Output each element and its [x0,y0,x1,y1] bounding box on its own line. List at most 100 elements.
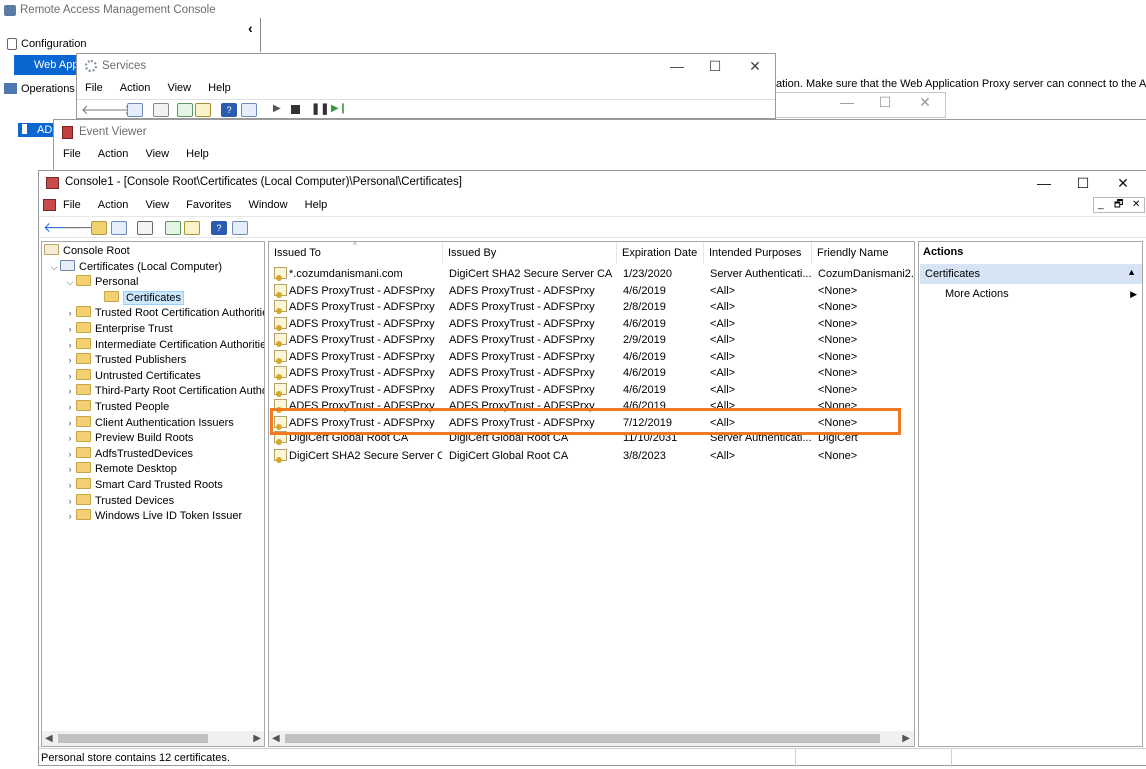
col-friendly-name[interactable]: Friendly Name [812,242,914,264]
tree-item[interactable]: › Trusted Root Certification Authorities [64,306,264,322]
collapsed-chevron-icon[interactable]: › [64,353,76,368]
up-one-level-icon[interactable] [91,221,107,235]
tree-item[interactable]: › Untrusted Certificates [64,368,201,385]
list-horizontal-scrollbar[interactable]: ◀ ▶ [269,731,914,746]
collapsed-chevron-icon[interactable]: › [64,431,76,446]
collapsed-chevron-icon[interactable]: › [64,322,76,337]
console-menu-app-icon[interactable] [43,199,56,211]
tree-horizontal-scrollbar[interactable]: ◀ ▶ [42,731,264,746]
certificate-row[interactable]: ADFS ProxyTrust - ADFSPrxy ADFS ProxyTrus… [269,382,914,399]
console-menu-view[interactable]: View [145,199,169,211]
list-scroll-thumb[interactable] [285,734,880,743]
tree-scroll-thumb[interactable] [58,734,208,743]
expanded-chevron-icon[interactable]: ⌵ [64,275,76,290]
ev-menu-file[interactable]: File [63,148,81,160]
tree-item[interactable]: › Third-Party Root Certification Authorit… [64,384,264,400]
help-icon[interactable]: ? [221,103,237,117]
services-maximize-icon[interactable]: ☐ [700,58,730,74]
tree-item[interactable]: › Client Authentication Issuers [64,415,234,432]
services-menu-file[interactable]: File [85,82,103,94]
collapsed-chevron-icon[interactable]: › [64,338,76,353]
console-minimize-icon[interactable]: — [1029,175,1059,191]
pause-service-icon[interactable]: ❚❚ [311,102,329,115]
collapsed-chevron-icon[interactable]: › [64,306,76,321]
console-action-pane-icon[interactable] [232,221,248,235]
refresh-icon[interactable] [177,103,193,117]
tree-item[interactable]: › Trusted People [64,400,169,416]
list-scroll-right-icon[interactable]: ▶ [902,731,910,746]
tree-item[interactable]: › Trusted Publishers [64,353,186,369]
collapsed-chevron-icon[interactable]: › [64,478,76,493]
child-restore-icon[interactable]: 🗗 [1114,198,1123,212]
col-expiration-date[interactable]: Expiration Date [617,242,704,264]
services-menu-action[interactable]: Action [120,82,151,94]
tree-scroll-left-icon[interactable]: ◀ [45,731,53,746]
tree-item[interactable]: ⌵ Personal [64,275,138,291]
certificate-row[interactable]: ADFS ProxyTrust - ADFSPrxy ADFS ProxyTrus… [269,299,914,316]
export-list-icon[interactable] [195,103,211,117]
certificate-row[interactable]: ADFS ProxyTrust - ADFSPrxy ADFS ProxyTrus… [269,349,914,366]
console-export-icon[interactable] [184,221,200,235]
expanded-chevron-icon[interactable]: ⌵ [48,260,60,275]
tree-item[interactable]: Console Root [44,244,130,260]
tree-item[interactable]: › Intermediate Certification Authorities [64,337,264,354]
bg-minimize-icon[interactable]: — [832,94,862,110]
more-actions-item[interactable]: More Actions ▶ [945,288,1139,304]
console-close-icon[interactable]: ✕ [1108,175,1138,191]
child-close-icon[interactable]: ✕ [1132,198,1140,212]
collapsed-chevron-icon[interactable]: › [64,447,76,462]
bg-close-icon[interactable]: ✕ [910,94,940,110]
clipboard-icon[interactable] [137,221,153,235]
certificate-row[interactable]: ADFS ProxyTrust - ADFSPrxy ADFS ProxyTrus… [269,332,914,349]
console-maximize-icon[interactable]: ☐ [1068,175,1098,191]
actions-section-certificates[interactable]: Certificates ▲ [920,264,1142,284]
collapse-section-icon[interactable]: ▲ [1127,267,1136,277]
tree-item[interactable]: › Smart Card Trusted Roots [64,478,223,494]
tree-item[interactable]: › Remote Desktop [64,462,177,478]
services-minimize-icon[interactable]: — [662,58,692,74]
properties-icon[interactable] [153,103,169,117]
collapse-pane-chevron-icon[interactable]: ‹ [248,20,253,36]
start-service-icon[interactable]: ▶ [273,103,281,114]
stop-service-icon[interactable] [291,105,300,114]
tree-item[interactable]: › Preview Build Roots [64,431,193,447]
show-hide-console-tree-icon[interactable] [111,221,127,235]
tree-item[interactable]: › Enterprise Trust [64,322,173,338]
ev-menu-help[interactable]: Help [186,148,209,160]
child-minimize-icon[interactable]: _ [1098,198,1104,212]
tree-item[interactable]: ⌵ Certificates (Local Computer) [48,259,222,276]
ev-menu-view[interactable]: View [145,148,169,160]
collapsed-chevron-icon[interactable]: › [64,509,76,524]
collapsed-chevron-icon[interactable]: › [64,400,76,415]
collapsed-chevron-icon[interactable]: › [64,462,76,477]
nav-configuration[interactable]: Configuration [21,38,86,50]
bg-maximize-icon[interactable]: ☐ [870,94,900,110]
console-menu-favorites[interactable]: Favorites [186,199,231,211]
services-menu-view[interactable]: View [167,82,191,94]
console-menu-file[interactable]: File [63,199,81,211]
list-scroll-left-icon[interactable]: ◀ [272,731,280,746]
tree-item[interactable]: › Windows Live ID Token Issuer [64,509,242,525]
tree-item[interactable]: Certificates [92,290,185,307]
services-close-icon[interactable]: ✕ [740,58,770,74]
col-intended-purposes[interactable]: Intended Purposes [704,242,812,264]
nav-web-app[interactable]: Web App [14,55,84,75]
certificate-row[interactable]: ADFS ProxyTrust - ADFSPrxy ADFS ProxyTrus… [269,316,914,333]
console-help-icon[interactable]: ? [211,221,227,235]
show-action-pane-icon[interactable] [241,103,257,117]
tree-scroll-right-icon[interactable]: ▶ [253,731,261,746]
tree-item[interactable]: › AdfsTrustedDevices [64,446,193,463]
collapsed-chevron-icon[interactable]: › [64,384,76,399]
console-menu-action[interactable]: Action [98,199,129,211]
tree-item[interactable]: › Trusted Devices [64,493,174,510]
nav-operations[interactable]: Operations [21,83,75,95]
console-menu-window[interactable]: Window [248,199,287,211]
col-issued-by[interactable]: Issued By [443,242,617,264]
nav-ad[interactable]: AD [18,123,58,137]
collapsed-chevron-icon[interactable]: › [64,416,76,431]
certificate-row[interactable]: ADFS ProxyTrust - ADFSPrxy ADFS ProxyTrus… [269,365,914,382]
collapsed-chevron-icon[interactable]: › [64,494,76,509]
col-issued-to[interactable]: Issued To [269,242,443,264]
certificate-row[interactable]: DigiCert SHA2 Secure Server CA DigiCert G… [269,448,914,465]
console-refresh-icon[interactable] [165,221,181,235]
